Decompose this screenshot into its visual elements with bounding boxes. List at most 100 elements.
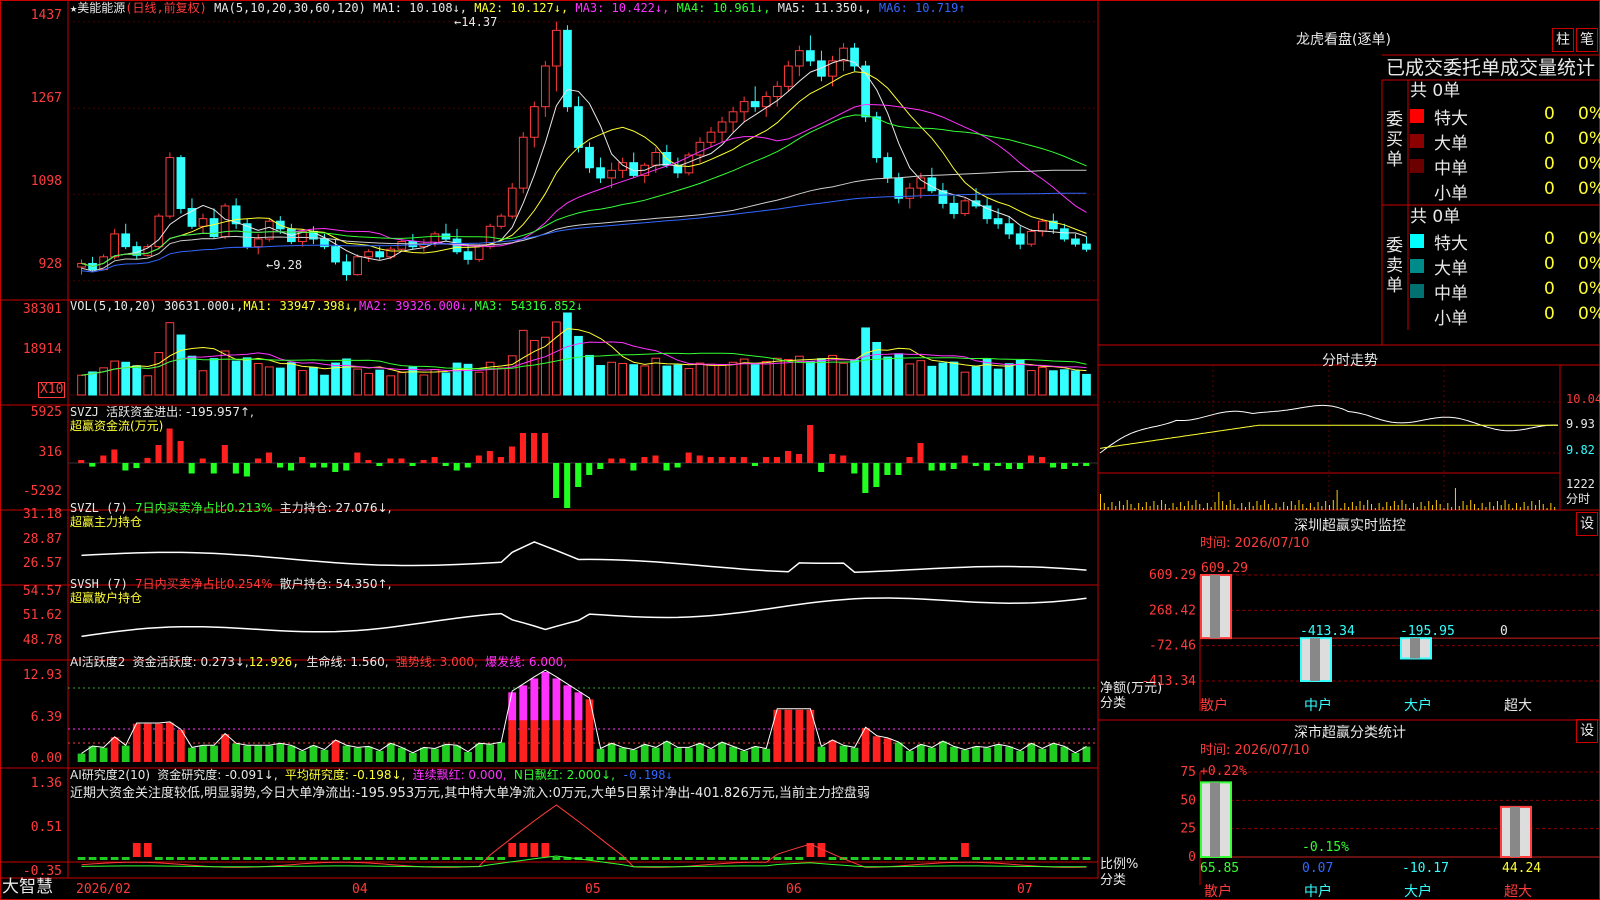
- volume-bar: [949, 361, 959, 396]
- research-bar: [177, 857, 185, 860]
- research-bar: [375, 857, 384, 860]
- candle-body: [651, 152, 661, 166]
- svzl-title: SVZL (7): [70, 501, 128, 515]
- volume-bar: [320, 374, 329, 396]
- intraday-volume-bar: [1512, 508, 1514, 510]
- volume-bar: [618, 362, 628, 396]
- activity-bar: [1082, 746, 1091, 762]
- intraday-volume-bar: [1264, 500, 1266, 510]
- price-tick-4: 928: [38, 257, 62, 272]
- fund-flow-bar: [299, 457, 306, 463]
- ai2-last: -0.198↓: [622, 768, 673, 782]
- buy-order-name: 中单: [1434, 159, 1468, 179]
- research-bar: [718, 857, 726, 860]
- intraday-volume-bar: [1248, 502, 1250, 510]
- volume-bar: [176, 334, 186, 396]
- research-bar: [640, 857, 649, 860]
- volume-bar: [927, 365, 937, 396]
- activity-bar: [961, 749, 969, 762]
- activity-bar: [121, 745, 130, 762]
- sell-order-row: 小单 0 0%: [1410, 304, 1600, 329]
- intraday-vol-max: 1222: [1566, 477, 1595, 491]
- fund-flow-bar: [89, 463, 96, 467]
- candle-body: [806, 50, 815, 62]
- fund-flow-bar: [1038, 457, 1046, 463]
- vol-ma3: MA3: 54316.852↓: [474, 299, 583, 313]
- volume-bar: [77, 374, 86, 396]
- activity-bar: [751, 746, 760, 762]
- ma2-value: MA2: 10.127↓,: [474, 1, 569, 15]
- intraday-volume-bar: [1474, 504, 1476, 510]
- kline-chart-canvas[interactable]: 609.29268.42-72.46-413.34609.29散户-413.34…: [0, 0, 1600, 900]
- fund-flow-bar: [608, 458, 615, 463]
- activity-bar: [486, 744, 494, 762]
- fund-flow-bar: [630, 463, 637, 471]
- volume-bar: [817, 358, 826, 396]
- volume-bar: [971, 366, 981, 396]
- intraday-volume-bar: [1401, 500, 1403, 510]
- candle-body: [474, 246, 484, 260]
- ai2-cont: 连续飘红: 0.000,: [412, 768, 507, 782]
- research-bar: [221, 857, 229, 860]
- fund-flow-bar: [122, 463, 129, 471]
- volume-bar: [353, 368, 362, 396]
- fund-flow-bar: [398, 458, 405, 463]
- activity-bar: [397, 747, 406, 762]
- fund-flow-bar: [475, 455, 482, 463]
- intraday-volume-bar: [1405, 504, 1407, 510]
- buy-order-pct: 0%: [1578, 154, 1600, 174]
- monitor-settings-button[interactable]: 设: [1576, 512, 1598, 536]
- volume-bar: [850, 359, 859, 396]
- bar-mode-button[interactable]: 柱: [1552, 28, 1574, 52]
- research-bar: [210, 857, 218, 860]
- research-bar: [1071, 857, 1080, 860]
- research-bar: [607, 857, 616, 860]
- activity-bar: [210, 745, 218, 762]
- volume-bar: [839, 362, 848, 396]
- intraday-volume-bar: [1145, 502, 1147, 510]
- intraday-volume-bar: [1119, 501, 1121, 510]
- candle-body: [1060, 228, 1069, 240]
- volume-bar: [430, 369, 440, 396]
- intraday-volume-bar: [1344, 503, 1346, 510]
- svzl-tick-3: 26.57: [22, 556, 62, 571]
- intraday-volume-bar: [1443, 508, 1445, 510]
- buy-order-row: 特大 0 0%: [1410, 104, 1600, 129]
- candle-body: [794, 50, 804, 67]
- buy-order-name: 大单: [1434, 134, 1468, 154]
- ai1-burst: 爆发线: 6.000,: [485, 655, 568, 669]
- date-label-3: 05: [585, 882, 601, 897]
- candle-body: [574, 106, 583, 148]
- research-bar: [662, 857, 671, 860]
- stock-name[interactable]: ★美能能源: [70, 1, 125, 15]
- research-bar: [232, 857, 240, 860]
- volume-bar: [894, 353, 904, 396]
- fund-flow-bar: [144, 457, 151, 463]
- fund-flow-bar: [387, 458, 394, 463]
- intraday-volume-bar: [1222, 501, 1224, 510]
- research-bar: [939, 857, 947, 860]
- volume-bar: [1060, 369, 1069, 396]
- activity-bar: [166, 722, 174, 762]
- volume-bar: [728, 361, 738, 396]
- price-tick-2: 1267: [30, 91, 62, 106]
- fund-flow-bar: [972, 463, 979, 466]
- intraday-volume-bar: [1416, 507, 1418, 510]
- research-bar: [188, 857, 196, 860]
- volume-bar: [507, 355, 517, 396]
- activity-bar: [143, 723, 152, 762]
- fund-flow-bar: [343, 463, 350, 471]
- research-bar: [99, 857, 108, 860]
- volume-bar: [220, 350, 230, 396]
- pen-mode-button[interactable]: 笔: [1576, 28, 1598, 52]
- monitor-bar-shade: [1410, 638, 1420, 659]
- research-bar: [773, 857, 782, 860]
- ai1-life: 生命线: 1.560,: [306, 655, 389, 669]
- class-settings-button[interactable]: 设: [1576, 719, 1598, 743]
- activity-hot-bar: [519, 685, 528, 721]
- ai1-tick-3: 0.00: [30, 751, 62, 766]
- intraday-volume-bar: [1199, 504, 1201, 510]
- fund-flow-bar: [254, 458, 261, 463]
- intraday-volume-bar: [1489, 502, 1491, 510]
- volume-bar: [806, 361, 815, 396]
